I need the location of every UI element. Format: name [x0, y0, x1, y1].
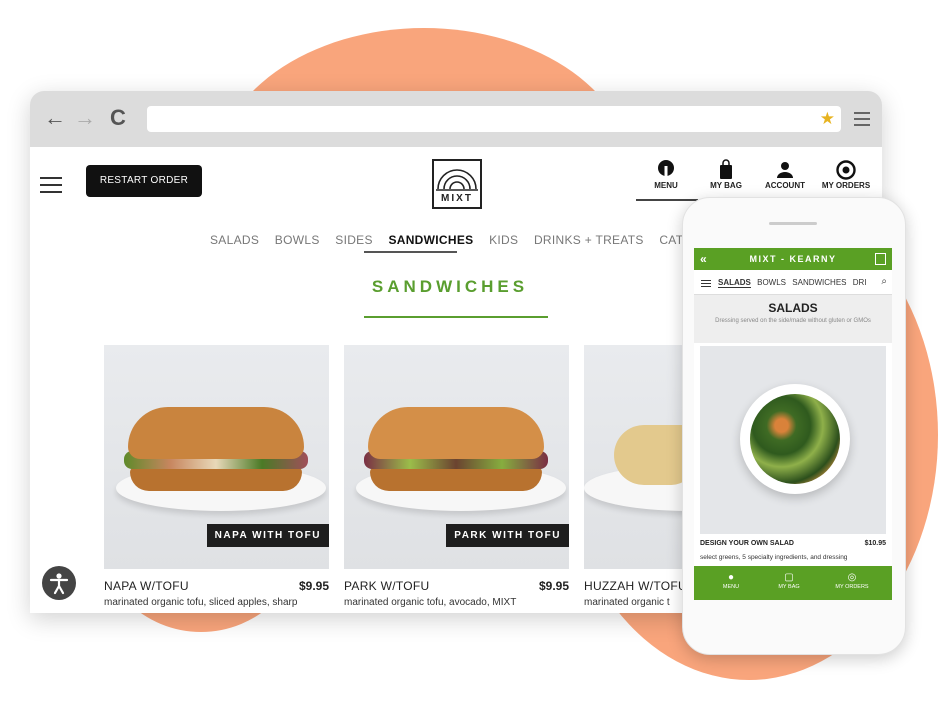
menu-card[interactable]: PARK WITH TOFU PARK W/TOFU $9.95 marinat…: [344, 345, 569, 608]
accessibility-icon: [49, 573, 69, 595]
category-sandwiches[interactable]: SANDWICHES: [388, 233, 473, 247]
reload-icon[interactable]: C: [110, 104, 126, 132]
nav-my-bag-label: MY BAG: [710, 181, 742, 190]
nav-my-orders-label: MY ORDERS: [821, 181, 871, 190]
nav-my-bag[interactable]: MY BAG: [706, 159, 746, 190]
phone-mockup: « MIXT - KEARNY SALADS BOWLS SANDWICHES …: [682, 197, 906, 655]
back-chevron-icon[interactable]: «: [700, 248, 708, 270]
category-active-underline: [364, 251, 457, 253]
nav-menu[interactable]: MENU: [636, 159, 696, 190]
phone-item-name: DESIGN YOUR OWN SALAD: [700, 540, 794, 547]
nav-account-label: ACCOUNT: [765, 181, 805, 190]
category-nav: SALADS BOWLS SIDES SANDWICHES KIDS DRINK…: [210, 233, 735, 247]
bag-icon[interactable]: [875, 253, 886, 265]
nav-account[interactable]: ACCOUNT: [761, 159, 809, 190]
location-title[interactable]: MIXT - KEARNY: [750, 254, 837, 264]
logo-text: MIXT: [441, 193, 473, 204]
bag-icon: ▢: [784, 572, 794, 583]
sandwich-photo: NAPA WITH TOFU: [104, 345, 329, 569]
phone-tab-bag-label: MY BAG: [778, 584, 800, 590]
bookmark-star-icon[interactable]: ★: [820, 108, 835, 130]
card-name: HUZZAH W/TOFU: [584, 579, 687, 593]
phone-category-nav: SALADS BOWLS SANDWICHES DRI ⌕: [694, 274, 892, 295]
section-divider: [364, 316, 548, 318]
hamburger-menu-icon[interactable]: [40, 177, 62, 198]
nav-my-orders[interactable]: MY ORDERS: [818, 159, 874, 190]
category-bowls[interactable]: BOWLS: [275, 233, 320, 247]
card-tag: NAPA WITH TOFU: [206, 524, 329, 547]
phone-tab-menu-label: MENU: [722, 584, 740, 590]
phone-tab-orders-label: MY ORDERS: [835, 584, 869, 590]
phone-category-bowls[interactable]: BOWLS: [757, 278, 786, 287]
phone-speaker: [769, 222, 817, 225]
card-name: PARK W/TOFU: [344, 579, 430, 593]
category-sides[interactable]: SIDES: [335, 233, 373, 247]
phone-category-salads[interactable]: SALADS: [718, 278, 751, 288]
phone-category-sandwiches[interactable]: SANDWICHES: [792, 278, 846, 287]
back-arrow-icon[interactable]: ←: [44, 104, 66, 132]
phone-tab-bar: ● MENU ▢ MY BAG ◎ MY ORDERS: [694, 566, 892, 600]
orders-icon: [836, 160, 856, 180]
restart-order-button[interactable]: RESTART ORDER: [86, 165, 202, 197]
card-tag: PARK WITH TOFU: [446, 524, 569, 547]
phone-top-bar: « MIXT - KEARNY: [694, 248, 892, 270]
phone-tab-bag[interactable]: ▢ MY BAG: [774, 572, 804, 590]
card-description: marinated organic tofu, avocado, MIXT: [344, 597, 517, 608]
nav-active-underline: [636, 199, 698, 201]
category-kids[interactable]: KIDS: [489, 233, 518, 247]
forward-arrow-icon[interactable]: →: [74, 104, 96, 132]
category-salads[interactable]: SALADS: [210, 233, 259, 247]
section-title: SANDWICHES: [371, 277, 529, 296]
sandwich-photo: PARK WITH TOFU: [344, 345, 569, 569]
phone-tab-orders[interactable]: ◎ MY ORDERS: [832, 572, 872, 590]
logo-arcs-icon: [436, 169, 478, 191]
phone-item-description: select greens, 5 specialty ingredients, …: [700, 554, 848, 561]
phone-item-price: $10.95: [864, 540, 886, 547]
card-name: NAPA W/TOFU: [104, 579, 189, 593]
nav-menu-label: MENU: [654, 181, 678, 190]
menu-card[interactable]: NAPA WITH TOFU NAPA W/TOFU $9.95 marinat…: [104, 345, 329, 608]
accessibility-button[interactable]: [42, 566, 76, 600]
mixt-logo[interactable]: MIXT: [432, 159, 482, 209]
phone-section-subtitle: Dressing served on the side/made without…: [715, 318, 871, 324]
phone-section-title: SALADS: [768, 301, 818, 315]
phone-section-header: SALADS Dressing served on the side/made …: [694, 295, 892, 343]
card-price: $9.95: [298, 579, 329, 593]
phone-category-drinks[interactable]: DRI: [853, 278, 867, 287]
search-icon[interactable]: ⌕: [881, 276, 887, 287]
bag-icon: [720, 159, 732, 179]
address-bar[interactable]: ★: [147, 106, 841, 132]
hamburger-menu-icon[interactable]: [701, 280, 711, 289]
browser-menu-icon[interactable]: [854, 112, 870, 130]
browser-toolbar: ← → C ★: [30, 91, 882, 147]
orders-icon: ◎: [847, 572, 857, 583]
utensils-icon: ●: [727, 572, 735, 583]
card-description: marinated organic tofu, sliced apples, s…: [104, 597, 298, 608]
phone-tab-menu[interactable]: ● MENU: [716, 572, 746, 590]
category-drinks-treats[interactable]: DRINKS + TREATS: [534, 233, 644, 247]
utensils-icon: [658, 160, 674, 180]
phone-screen: « MIXT - KEARNY SALADS BOWLS SANDWICHES …: [694, 248, 892, 600]
card-price: $9.95: [538, 579, 569, 593]
user-icon: [777, 162, 793, 178]
salad-photo[interactable]: [700, 346, 886, 534]
